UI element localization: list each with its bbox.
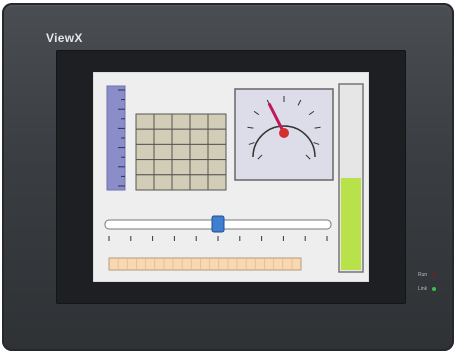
progress-bar: [108, 257, 302, 271]
grid-cell: [189, 113, 209, 130]
brand-logo: ViewX: [46, 31, 83, 45]
grid-cell: [189, 143, 209, 161]
grid-cell: [171, 143, 191, 161]
grid-cell: [207, 113, 227, 130]
vertical-scale: [106, 85, 126, 191]
led-run-label: Run: [418, 272, 428, 278]
grid-cell: [153, 174, 173, 191]
grid-cell: [153, 113, 173, 130]
grid-cell: [207, 174, 227, 191]
level-bar: [338, 83, 364, 273]
grid-cell: [153, 128, 173, 145]
hmi-screen: [93, 72, 369, 282]
grid-cell: [135, 174, 155, 191]
grid-cell: [171, 113, 191, 130]
grid-cell: [153, 143, 173, 161]
grid-cell: [171, 159, 191, 176]
led-link: Link: [418, 282, 436, 296]
grid-cell: [189, 174, 209, 191]
grid-table: [135, 113, 227, 191]
progress-bar-track: [108, 257, 302, 271]
gauge: [234, 88, 334, 181]
slider-thumb[interactable]: [211, 215, 225, 233]
grid-cell: [135, 128, 155, 145]
grid-cell: [153, 159, 173, 176]
led-run-indicator: [432, 273, 436, 277]
grid-cell: [135, 143, 155, 161]
grid-cell: [171, 128, 191, 145]
grid-cell: [189, 128, 209, 145]
grid-cell: [171, 174, 191, 191]
led-run: Run: [418, 268, 436, 282]
grid-cell: [207, 128, 227, 145]
grid-cell: [189, 159, 209, 176]
grid-cell: [207, 159, 227, 176]
gauge-hub: [279, 128, 289, 138]
led-link-indicator: [432, 287, 436, 291]
led-link-label: Link: [418, 286, 428, 292]
grid-cell: [207, 143, 227, 161]
level-bar-fill: [341, 178, 361, 270]
status-leds: Run Link: [418, 268, 436, 296]
grid-cell: [135, 159, 155, 176]
grid-cell: [135, 113, 155, 130]
